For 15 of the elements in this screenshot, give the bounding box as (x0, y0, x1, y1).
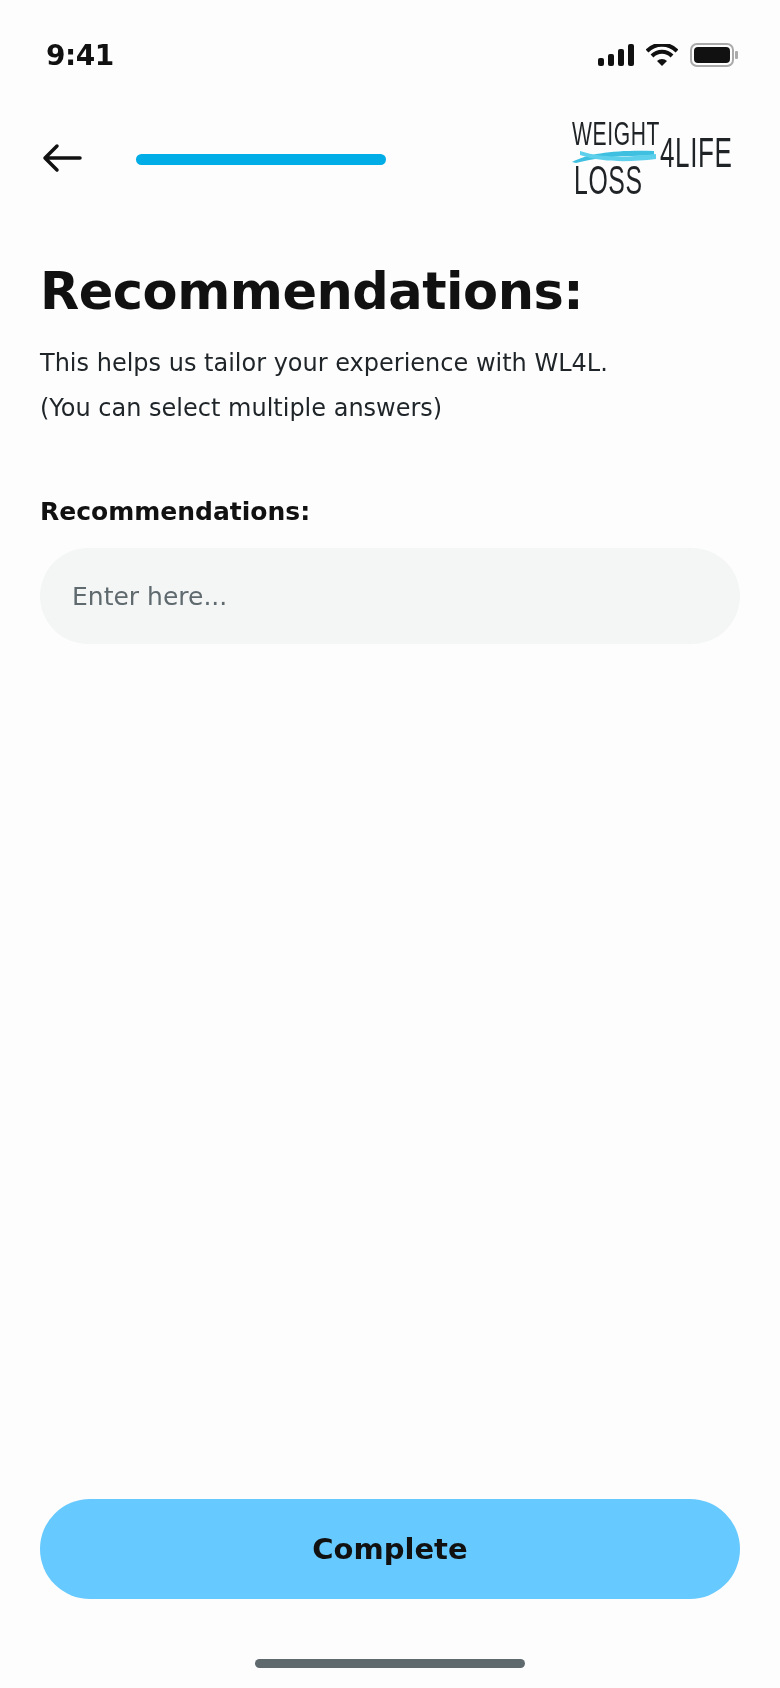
description: This helps us tailor your experience with WL4L. (You can select multiple answers) (40, 348, 609, 424)
complete-button[interactable]: Complete (40, 1499, 740, 1599)
status-time: 9:41 (46, 38, 114, 72)
field-label: Recommendations: (40, 497, 312, 526)
signal-icon (598, 44, 634, 66)
back-button[interactable] (42, 143, 84, 175)
logo-text: LOSS (574, 163, 643, 197)
logo-text: 4LIFE (660, 135, 733, 171)
logo-text: WEIGHT (572, 119, 661, 148)
wifi-icon (646, 44, 678, 66)
battery-icon (690, 43, 738, 67)
measuring-tape-icon (570, 149, 656, 163)
page-title: Recommendations: (40, 262, 585, 321)
back-arrow-icon (42, 143, 82, 173)
recommendations-field[interactable]: Enter here... (40, 548, 740, 644)
